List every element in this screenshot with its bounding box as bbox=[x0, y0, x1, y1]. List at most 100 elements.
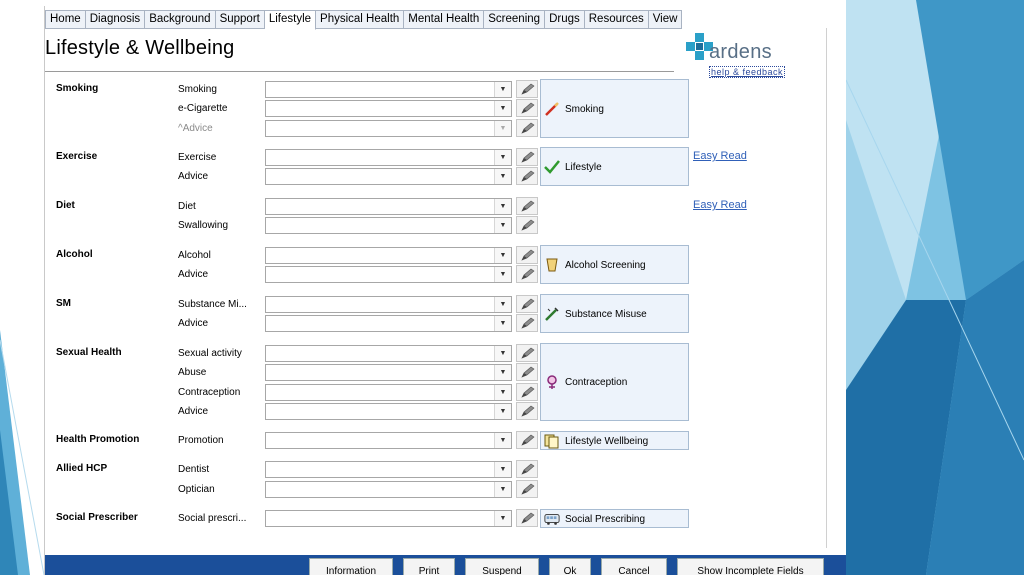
chevron-down-icon[interactable]: ▼ bbox=[494, 248, 511, 263]
show-incomplete-fields-button[interactable]: Show Incomplete Fields bbox=[677, 558, 824, 575]
swallowing-edit-button[interactable] bbox=[516, 216, 538, 234]
e-cigarette-select[interactable]: ▼ bbox=[265, 100, 512, 117]
slide-background-right bbox=[846, 0, 1024, 575]
smoking-edit-button[interactable] bbox=[516, 80, 538, 98]
contraception-edit-button[interactable] bbox=[516, 383, 538, 401]
promotion-edit-button[interactable] bbox=[516, 431, 538, 449]
sexual-health-advice-edit-button[interactable] bbox=[516, 402, 538, 420]
substance-misuse-edit-button[interactable] bbox=[516, 295, 538, 313]
abuse-edit-button[interactable] bbox=[516, 363, 538, 381]
chevron-down-icon[interactable]: ▼ bbox=[494, 482, 511, 497]
exercise-edit-button[interactable] bbox=[516, 148, 538, 166]
social-prescribing-edit-button[interactable] bbox=[516, 509, 538, 527]
smoking-select[interactable]: ▼ bbox=[265, 81, 512, 98]
suspend-button[interactable]: Suspend bbox=[465, 558, 539, 575]
promotion-select[interactable]: ▼ bbox=[265, 432, 512, 449]
tab-drugs[interactable]: Drugs bbox=[545, 10, 585, 29]
substance-misuse-template-button[interactable]: Substance Misuse bbox=[540, 294, 689, 333]
chevron-down-icon[interactable]: ▼ bbox=[494, 121, 511, 136]
chevron-down-icon[interactable]: ▼ bbox=[494, 169, 511, 184]
alcohol-edit-button[interactable] bbox=[516, 246, 538, 264]
chevron-down-icon[interactable]: ▼ bbox=[494, 365, 511, 380]
sm-advice-select[interactable]: ▼ bbox=[265, 315, 512, 332]
chevron-down-icon[interactable]: ▼ bbox=[494, 404, 511, 419]
tab-view[interactable]: View bbox=[648, 10, 683, 29]
substance-misuse-panel-label: Substance Misuse bbox=[565, 309, 647, 320]
abuse-select[interactable]: ▼ bbox=[265, 364, 512, 381]
chevron-down-icon[interactable]: ▼ bbox=[494, 346, 511, 361]
help-feedback-link[interactable]: help & feedback bbox=[709, 66, 786, 78]
tab-background[interactable]: Background bbox=[145, 10, 216, 29]
smoking-advice-select[interactable]: ▼ bbox=[265, 120, 512, 137]
e-cigarette-edit-button[interactable] bbox=[516, 99, 538, 117]
cigarette-icon bbox=[545, 102, 559, 116]
pencil-icon bbox=[521, 122, 535, 134]
chevron-down-icon[interactable]: ▼ bbox=[494, 433, 511, 448]
tab-mental-health[interactable]: Mental Health bbox=[404, 10, 485, 29]
exercise-advice-select[interactable]: ▼ bbox=[265, 168, 512, 185]
diet-select[interactable]: ▼ bbox=[265, 198, 512, 215]
field-label-sexual-health-advice: Advice bbox=[178, 406, 209, 417]
social-prescribing-template-button[interactable]: Social Prescribing bbox=[540, 509, 689, 528]
sexual-activity-edit-button[interactable] bbox=[516, 344, 538, 362]
swallowing-select[interactable]: ▼ bbox=[265, 217, 512, 234]
pencil-icon bbox=[521, 386, 535, 398]
diet-edit-button[interactable] bbox=[516, 197, 538, 215]
chevron-down-icon[interactable]: ▼ bbox=[494, 316, 511, 331]
contraception-template-button[interactable]: Contraception bbox=[540, 343, 689, 421]
chevron-down-icon[interactable]: ▼ bbox=[494, 218, 511, 233]
chevron-down-icon[interactable]: ▼ bbox=[494, 199, 511, 214]
tab-screening[interactable]: Screening bbox=[484, 10, 546, 29]
chevron-down-icon[interactable]: ▼ bbox=[494, 101, 511, 116]
easy-read-link-exercise[interactable]: Easy Read bbox=[693, 150, 747, 162]
alcohol-advice-edit-button[interactable] bbox=[516, 265, 538, 283]
chevron-down-icon[interactable]: ▼ bbox=[494, 385, 511, 400]
chevron-down-icon[interactable]: ▼ bbox=[494, 82, 511, 97]
tab-diagnosis[interactable]: Diagnosis bbox=[85, 10, 146, 29]
chevron-down-icon[interactable]: ▼ bbox=[494, 511, 511, 526]
documents-icon bbox=[544, 434, 559, 449]
optician-edit-button[interactable] bbox=[516, 480, 538, 498]
cancel-button[interactable]: Cancel bbox=[601, 558, 667, 575]
pencil-icon bbox=[521, 268, 535, 280]
alcohol-advice-select[interactable]: ▼ bbox=[265, 266, 512, 283]
sexual-health-advice-select[interactable]: ▼ bbox=[265, 403, 512, 420]
female-symbol-icon bbox=[547, 375, 557, 389]
smoking-advice-edit-button[interactable] bbox=[516, 119, 538, 137]
section-label-social-prescriber: Social Prescriber bbox=[56, 512, 138, 523]
chevron-down-icon[interactable]: ▼ bbox=[494, 297, 511, 312]
smoking-template-button[interactable]: Smoking bbox=[540, 79, 689, 138]
contraception-panel-label: Contraception bbox=[565, 377, 628, 388]
tab-support[interactable]: Support bbox=[215, 10, 265, 29]
ardens-logo-text: ardens bbox=[709, 41, 772, 63]
easy-read-link-diet[interactable]: Easy Read bbox=[693, 199, 747, 211]
lifestyle-template-button[interactable]: Lifestyle bbox=[540, 147, 689, 186]
pencil-icon bbox=[521, 463, 535, 475]
substance-misuse-select[interactable]: ▼ bbox=[265, 296, 512, 313]
field-label-promotion: Promotion bbox=[178, 435, 224, 446]
lifestyle-wellbeing-template-button[interactable]: Lifestyle Wellbeing bbox=[540, 431, 689, 450]
sexual-activity-select[interactable]: ▼ bbox=[265, 345, 512, 362]
sm-advice-edit-button[interactable] bbox=[516, 314, 538, 332]
alcohol-select[interactable]: ▼ bbox=[265, 247, 512, 264]
pencil-icon bbox=[521, 347, 535, 359]
exercise-advice-edit-button[interactable] bbox=[516, 167, 538, 185]
tab-resources[interactable]: Resources bbox=[584, 10, 649, 29]
tab-home[interactable]: Home bbox=[45, 10, 86, 29]
print-button[interactable]: Print bbox=[403, 558, 455, 575]
ok-button[interactable]: Ok bbox=[549, 558, 591, 575]
chevron-down-icon[interactable]: ▼ bbox=[494, 267, 511, 282]
chevron-down-icon[interactable]: ▼ bbox=[494, 462, 511, 477]
social-prescribing-select[interactable]: ▼ bbox=[265, 510, 512, 527]
tab-lifestyle[interactable]: Lifestyle bbox=[264, 10, 317, 30]
dentist-edit-button[interactable] bbox=[516, 460, 538, 478]
chevron-down-icon[interactable]: ▼ bbox=[494, 150, 511, 165]
alcohol-screening-template-button[interactable]: Alcohol Screening bbox=[540, 245, 689, 284]
tab-physical-health[interactable]: Physical Health bbox=[316, 10, 405, 29]
optician-select[interactable]: ▼ bbox=[265, 481, 512, 498]
field-label-exercise-advice: Advice bbox=[178, 171, 209, 182]
information-button[interactable]: Information bbox=[309, 558, 393, 575]
contraception-select[interactable]: ▼ bbox=[265, 384, 512, 401]
dentist-select[interactable]: ▼ bbox=[265, 461, 512, 478]
exercise-select[interactable]: ▼ bbox=[265, 149, 512, 166]
